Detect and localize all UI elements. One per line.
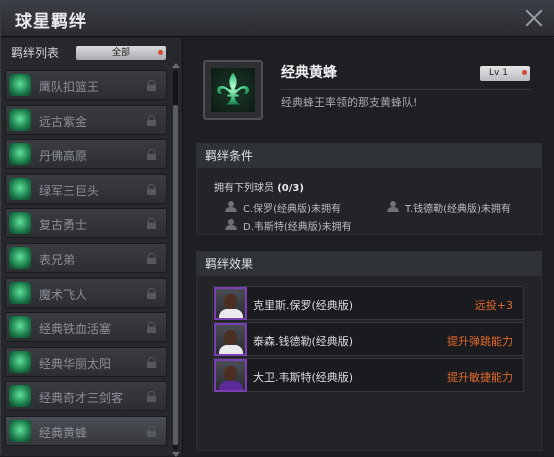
bond-list-title: 羁绊列表 <box>11 46 60 60</box>
bond-item-label: 远古紫金 <box>39 114 88 129</box>
magic-icon <box>9 281 31 304</box>
player-silhouette-icon <box>225 201 237 212</box>
required-player-text: T.钱德勒(经典版)未拥有 <box>405 204 511 215</box>
bond-item-label: 经典铁血活塞 <box>39 322 112 337</box>
effect-player-name: 泰森.钱德勒(经典版) <box>253 335 354 348</box>
lock-icon <box>147 183 156 195</box>
bond-item-pistons[interactable]: 经典铁血活塞 <box>5 312 167 343</box>
player-avatar <box>214 287 247 320</box>
required-player-text: D.韦斯特(经典版)未拥有 <box>243 222 352 233</box>
lock-icon <box>147 252 156 264</box>
lock-icon <box>147 287 156 299</box>
effect-row[interactable]: 大卫.韦斯特(经典版) 提升敏捷能力 <box>212 358 524 392</box>
effect-player-name: 大卫.韦斯特(经典版) <box>253 371 354 384</box>
effect-row[interactable]: 克里斯.保罗(经典版) 远投+3 <box>212 286 524 320</box>
bond-item-lakers[interactable]: 远古紫金 <box>5 104 167 135</box>
bond-item-label: 复古勇士 <box>39 218 88 233</box>
effect-player-name: 克里斯.保罗(经典版) <box>253 299 354 312</box>
effects-header: 羁绊效果 <box>197 252 541 276</box>
effect-bonus: 提升弹跳能力 <box>447 335 513 348</box>
bond-item-denver[interactable]: 丹佛高原 <box>5 139 167 170</box>
lock-icon <box>147 322 156 334</box>
scrollbar[interactable] <box>173 70 178 450</box>
required-player: D.韦斯特(经典版)未拥有 <box>225 218 352 233</box>
bond-item-hawks[interactable]: 鹰队扣篮王 <box>5 70 167 100</box>
pistons-icon <box>9 316 31 339</box>
requirement-line: 拥有下列球员 (0/3) <box>214 179 304 194</box>
hawks-dunk-icon <box>9 74 31 96</box>
bond-item-label: 魔术飞人 <box>39 287 88 302</box>
requirement-text: 拥有下列球员 <box>214 183 274 194</box>
requirement-progress: (0/3) <box>277 183 304 194</box>
bond-item-label: 经典黄蜂 <box>39 425 88 440</box>
retro-warriors-icon <box>9 212 31 235</box>
lakers-ancient-icon <box>9 108 31 131</box>
fleur-de-lis-icon <box>211 68 255 112</box>
bond-conditions-section: 羁绊条件 拥有下列球员 (0/3) C.保罗(经典版)未拥有 T.钱德勒(经典版… <box>196 143 542 235</box>
bond-item-suns[interactable]: 经典华丽太阳 <box>5 346 167 377</box>
bond-item-hornets[interactable]: 经典黄蜂 <box>5 415 167 446</box>
celtics-big3-icon <box>9 177 31 200</box>
window-title: 球星羁绊 <box>15 12 87 32</box>
close-icon[interactable] <box>523 7 545 29</box>
bond-item-wizards[interactable]: 经典奇才三剑客 <box>5 381 167 412</box>
effect-bonus: 提升敏捷能力 <box>447 371 513 384</box>
bond-item-cousins[interactable]: 表兄弟 <box>5 242 167 273</box>
bond-list: 鹰队扣篮王 远古紫金 丹佛高原 绿军三巨头 复古勇士 表兄弟 魔术飞人 经典铁血… <box>5 70 167 451</box>
lock-icon <box>147 356 156 368</box>
lock-icon <box>147 218 156 230</box>
bond-item-label: 丹佛高原 <box>39 149 88 164</box>
denver-icon <box>9 143 31 166</box>
effect-bonus: 远投+3 <box>474 299 513 312</box>
wizards-icon <box>9 385 31 408</box>
player-avatar <box>214 323 247 356</box>
suns-icon <box>9 350 31 373</box>
player-silhouette-icon <box>225 219 237 230</box>
bond-window: 球星羁绊 羁绊列表 全部 鹰队扣篮王 远古紫金 丹佛高原 绿军三巨头 复古勇士 … <box>0 0 554 457</box>
bond-item-label: 鹰队扣篮王 <box>39 80 100 94</box>
required-player-text: C.保罗(经典版)未拥有 <box>243 204 341 215</box>
bond-effects-section: 羁绊效果 克里斯.保罗(经典版) 远投+3 泰森.钱德勒(经典版) 提升弹跳能力… <box>196 251 542 451</box>
bond-list-panel: 羁绊列表 全部 鹰队扣篮王 远古紫金 丹佛高原 绿军三巨头 复古勇士 表兄弟 魔… <box>1 38 183 457</box>
filter-dropdown[interactable]: 全部 <box>76 46 166 60</box>
bond-item-label: 表兄弟 <box>39 252 76 267</box>
required-player: C.保罗(经典版)未拥有 <box>225 200 341 215</box>
scroll-up-icon[interactable] <box>172 63 180 68</box>
filter-label: 全部 <box>111 48 130 58</box>
level-label: Lv 1 <box>489 68 508 78</box>
bond-description: 经典蜂王率领的那支黄蜂队! <box>281 96 418 109</box>
bond-item-celtics[interactable]: 绿军三巨头 <box>5 173 167 204</box>
dropdown-indicator-icon <box>158 50 163 55</box>
bond-detail-panel: 经典黄蜂 Lv 1 经典蜂王率领的那支黄蜂队! 羁绊条件 拥有下列球员 (0/3… <box>184 38 554 456</box>
bond-item-label: 经典华丽太阳 <box>39 356 112 371</box>
dropdown-indicator-icon <box>522 70 527 75</box>
bond-title: 经典黄蜂 <box>281 65 337 81</box>
bond-item-warriors[interactable]: 复古勇士 <box>5 208 167 239</box>
lock-icon <box>147 391 156 403</box>
lock-icon <box>147 80 156 91</box>
lock-icon <box>147 149 156 161</box>
bond-item-label: 绿军三巨头 <box>39 183 100 198</box>
divider <box>281 89 531 90</box>
cousins-icon <box>9 246 31 269</box>
lock-icon <box>147 425 156 437</box>
player-silhouette-icon <box>387 201 399 212</box>
hornets-fleur-icon <box>9 419 31 442</box>
bond-item-magic[interactable]: 魔术飞人 <box>5 277 167 308</box>
scrollbar-thumb[interactable] <box>173 105 178 445</box>
lock-icon <box>147 114 156 126</box>
player-avatar <box>214 359 247 392</box>
required-player: T.钱德勒(经典版)未拥有 <box>387 200 511 215</box>
effect-row[interactable]: 泰森.钱德勒(经典版) 提升弹跳能力 <box>212 322 524 356</box>
conditions-header: 羁绊条件 <box>197 144 541 168</box>
bond-item-label: 经典奇才三剑客 <box>39 391 124 406</box>
bond-emblem-frame <box>203 60 263 120</box>
title-bar: 球星羁绊 <box>1 1 554 37</box>
level-dropdown[interactable]: Lv 1 <box>480 66 530 81</box>
